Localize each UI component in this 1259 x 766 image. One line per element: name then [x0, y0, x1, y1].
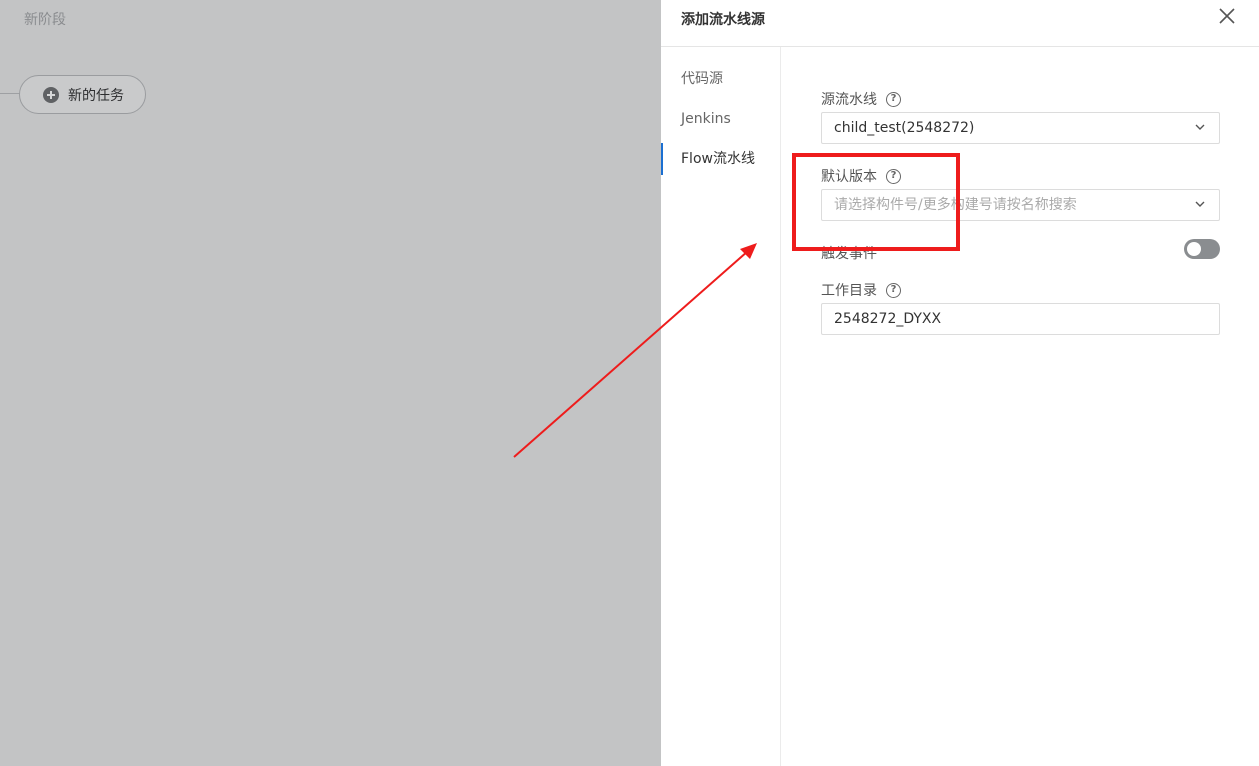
stage-connector	[0, 93, 20, 94]
nav-item-flow-pipeline[interactable]: Flow流水线	[661, 143, 780, 175]
close-icon	[1219, 8, 1235, 24]
source-pipeline-label: 源流水线 ?	[821, 89, 901, 109]
toggle-knob	[1187, 242, 1201, 256]
nav-item-code-source[interactable]: 代码源	[661, 63, 780, 95]
chevron-down-icon	[1195, 124, 1205, 130]
add-pipeline-source-drawer: 添加流水线源 代码源 Jenkins Flow流水线 源流水线 ? child_…	[661, 0, 1259, 766]
nav-item-jenkins[interactable]: Jenkins	[661, 103, 780, 135]
work-dir-label: 工作目录 ?	[821, 280, 901, 300]
new-task-label: 新的任务	[68, 87, 124, 104]
plus-circle-icon	[43, 86, 59, 103]
stage-title: 新阶段	[24, 12, 66, 28]
work-dir-input[interactable]: 2548272_DYXX	[821, 303, 1220, 335]
source-pipeline-label-text: 源流水线	[821, 92, 877, 108]
work-dir-value: 2548272_DYXX	[834, 311, 942, 327]
background-canvas: 新阶段 新的任务	[0, 0, 661, 766]
annotation-highlight-box	[792, 153, 960, 251]
drawer-header: 添加流水线源	[661, 0, 1259, 47]
chevron-down-icon	[1195, 201, 1205, 207]
source-type-nav: 代码源 Jenkins Flow流水线	[661, 47, 781, 766]
close-button[interactable]	[1219, 8, 1235, 24]
source-pipeline-select[interactable]: child_test(2548272)	[821, 112, 1220, 144]
source-pipeline-value: child_test(2548272)	[834, 120, 975, 136]
help-icon[interactable]: ?	[886, 91, 901, 107]
help-icon[interactable]: ?	[886, 282, 901, 298]
drawer-title: 添加流水线源	[681, 12, 765, 28]
work-dir-label-text: 工作目录	[821, 283, 877, 299]
new-task-button[interactable]: 新的任务	[19, 75, 146, 114]
trigger-event-toggle[interactable]	[1184, 239, 1220, 259]
